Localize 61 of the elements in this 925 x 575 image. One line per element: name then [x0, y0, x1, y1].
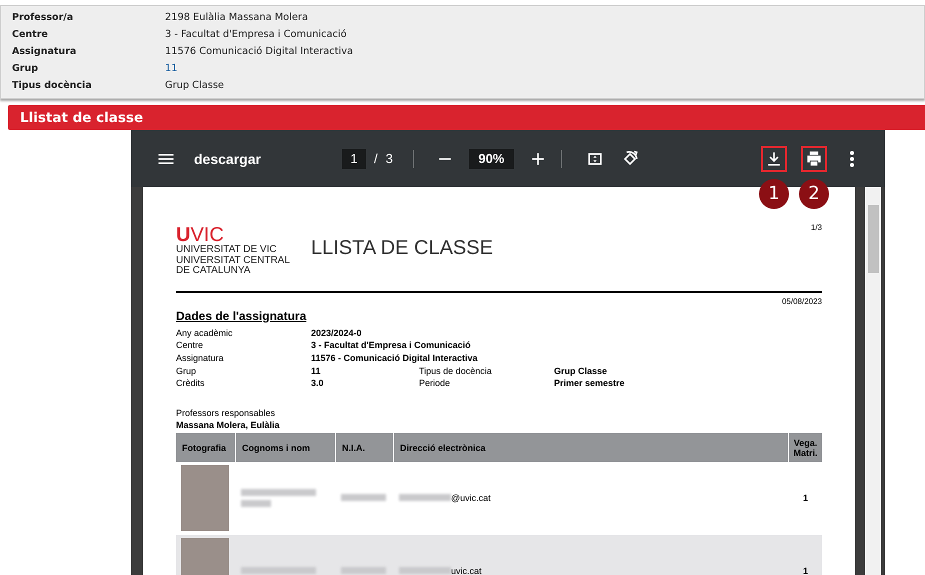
enrolment-count: 1 — [802, 566, 808, 575]
zoom-input[interactable]: 90% — [468, 148, 514, 168]
column-header: Cognoms i nom — [242, 442, 310, 453]
callout-marker: 2 — [799, 178, 829, 208]
more-options-icon — [850, 150, 854, 166]
email-text: @uvic.cat — [451, 492, 491, 503]
field-value: 3 - Facultat d'Empresa i Comunicació — [165, 28, 348, 42]
detail-label: Any acadèmic — [176, 326, 234, 340]
detail-label: Grup — [176, 364, 198, 378]
field-value: Grup Classe — [165, 79, 225, 93]
university-name: DE CATALUNYA — [176, 266, 252, 276]
blurred-text — [399, 494, 451, 502]
scrollbar[interactable] — [865, 187, 881, 575]
responsible-name: Massana Molera, Eulàlia — [176, 420, 280, 430]
detail-label: Tipus de docència — [419, 364, 493, 378]
field-label: Professor/a — [12, 11, 74, 25]
detail-value: Grup Classe — [554, 364, 608, 378]
field-link[interactable]: 11 — [165, 61, 924, 77]
detail-value: 3 - Facultat d'Empresa i Comunicació — [311, 339, 472, 352]
print-button[interactable] — [801, 146, 827, 172]
column-header: Vega. Matri. — [792, 438, 818, 458]
email-text: uvic.cat — [451, 566, 482, 575]
column-header: N.I.A. — [342, 442, 366, 453]
download-button[interactable] — [761, 146, 787, 172]
field-label: Tipus docència — [12, 79, 93, 93]
field-value: 11576 Comunicació Digital Interactiva — [165, 45, 354, 59]
university-name: UNIVERSITAT DE VIC — [176, 245, 278, 256]
blurred-text — [341, 494, 386, 502]
field-label: Grup — [12, 62, 40, 76]
document-heading: LLISTA DE CLASSE — [311, 237, 493, 260]
page-number: 1/3 — [810, 223, 822, 232]
page-input[interactable]: 1 — [342, 148, 366, 168]
column-header: Fotografia — [182, 442, 226, 453]
field-value: 2198 Eulàlia Massana Molera — [165, 11, 309, 25]
detail-label: Assignatura — [176, 352, 225, 365]
detail-label: Centre — [176, 339, 204, 352]
detail-value: Primer semestre — [554, 377, 626, 390]
document-title: descargar — [194, 150, 262, 166]
detail-value: 3.0 — [311, 377, 325, 390]
detail-value: 11 — [311, 364, 322, 378]
callout-marker: 1 — [759, 178, 789, 208]
blurred-text — [399, 567, 451, 574]
document-date: 05/08/2023 — [782, 296, 822, 306]
page-separator: / — [374, 151, 378, 166]
detail-label: Crèdits — [176, 377, 206, 390]
section-title: Dades de l'assignatura — [176, 308, 306, 322]
university-logo: UVIC — [176, 225, 224, 245]
field-label: Centre — [12, 28, 49, 42]
blurred-text — [241, 500, 271, 507]
responsible-label: Professors responsables — [176, 408, 276, 418]
detail-value: 2023/2024-0 — [311, 326, 363, 340]
detail-value: 11576 - Comunicació Digital Interactiva — [311, 352, 479, 365]
enrolment-count: 1 — [802, 492, 808, 503]
column-header: Direcció electrònica — [400, 442, 486, 453]
university-name: UNIVERSITAT CENTRAL — [176, 256, 291, 266]
field-label: Assignatura — [12, 45, 78, 59]
section-header: Llistat de classe — [8, 105, 925, 130]
detail-label: Periode — [419, 377, 452, 390]
blurred-text — [341, 567, 386, 574]
photo-placeholder — [181, 464, 229, 531]
page-count: 3 — [386, 151, 393, 166]
